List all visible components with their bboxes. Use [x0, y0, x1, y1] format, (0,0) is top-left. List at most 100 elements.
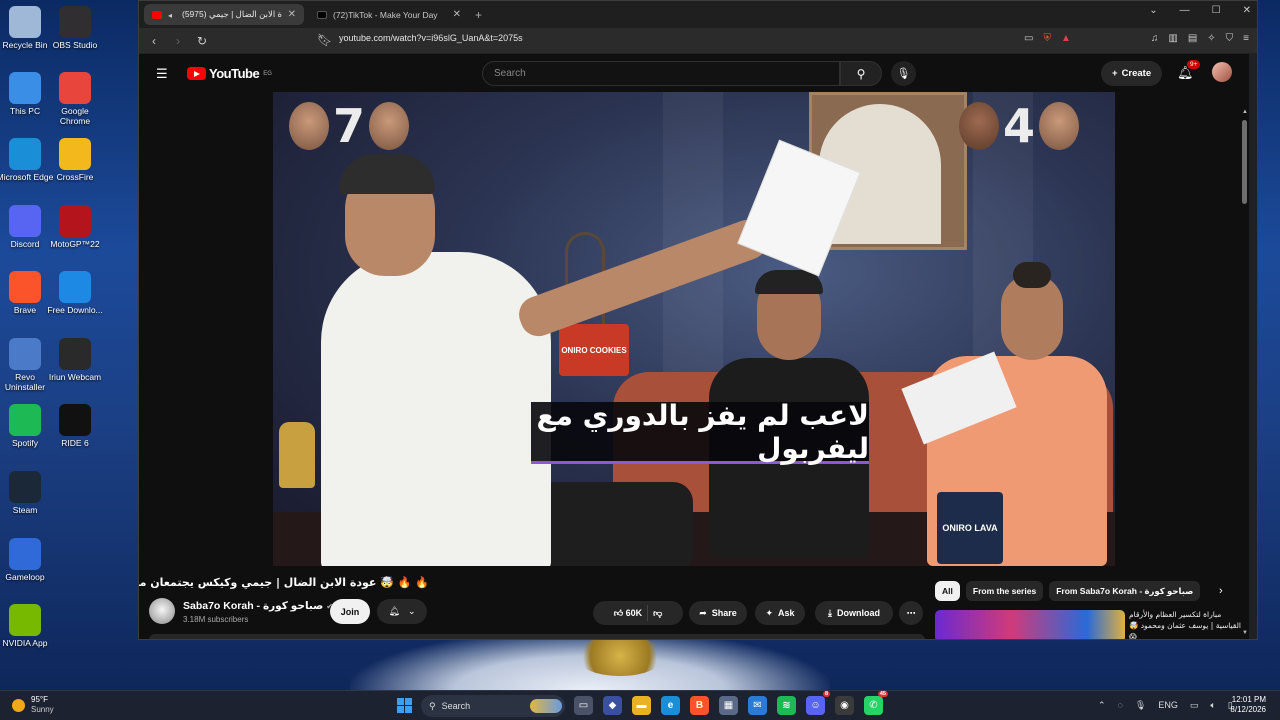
copilot-icon[interactable]: ◆ — [603, 696, 622, 715]
maximize-button[interactable]: ☐ — [1212, 5, 1221, 16]
cast-icon[interactable]: ▭ — [1024, 33, 1033, 44]
microphone-icon[interactable]: 🎙︎ — [1135, 700, 1146, 711]
ask-button[interactable]: ✦ Ask — [755, 601, 805, 625]
mail-icon[interactable]: ✉ — [748, 696, 767, 715]
youtube-wordmark: YouTube — [209, 66, 260, 81]
music-icon[interactable]: ♫ — [1151, 33, 1159, 44]
chip-all[interactable]: All — [935, 581, 960, 601]
chip-from-channel[interactable]: From Saba7o Korah - صباحو كورة — [1049, 581, 1201, 601]
back-icon[interactable]: ‹ — [147, 34, 161, 48]
discord-icon[interactable]: ☺ 8 — [806, 691, 830, 715]
close-tab-icon[interactable]: ✕ — [453, 9, 461, 20]
tab-youtube[interactable]: ◂ (5975) عودة الابن الضال | جيمي... ✕ — [144, 4, 304, 25]
url-field[interactable]: youtube.com/watch?v=i96slG_UanA&t=2075s — [339, 33, 523, 43]
tab-search-icon[interactable]: ⌄ — [1149, 5, 1157, 16]
vpn-icon[interactable]: ⛉ — [1226, 33, 1234, 44]
forward-icon[interactable]: › — [171, 34, 185, 48]
brave-icon[interactable]: B — [690, 696, 709, 715]
taskbar-search-label: Search — [441, 701, 471, 711]
edge-icon[interactable]: e — [661, 696, 680, 715]
scrollbar-thumb[interactable] — [1242, 120, 1247, 204]
host-body — [321, 252, 551, 566]
recommended-thumbnail[interactable] — [935, 610, 1125, 639]
chevron-right-icon[interactable]: › — [1219, 585, 1223, 597]
desktop-icon-nvidia[interactable]: NVIDIA App — [0, 604, 54, 648]
desktop-icon-webcam[interactable]: Iriun Webcam — [46, 338, 104, 382]
desktop-icon-obs[interactable]: OBS Studio — [46, 6, 104, 50]
description-box[interactable] — [149, 634, 925, 639]
dislike-button[interactable]: 👎︎ — [653, 608, 662, 619]
recommended-title[interactable]: مباراة لتكسير العظام والأرقام القياسية |… — [1129, 609, 1241, 639]
video-player[interactable]: ONIRO COOKIES ONIRO LAVA 7 4 لاعب لم يفز… — [273, 92, 1115, 566]
minimize-button[interactable]: — — [1180, 5, 1190, 16]
weather-widget[interactable]: 95°F Sunny — [12, 695, 54, 715]
tab-tiktok[interactable]: (72)TikTok - Make Your Day ✕ — [309, 4, 469, 25]
file-explorer-icon[interactable]: ▬ — [632, 696, 651, 715]
search-button[interactable]: ⚲ — [840, 61, 882, 86]
share-label: Share — [711, 608, 737, 618]
search-input[interactable]: Search — [482, 61, 840, 86]
close-window-button[interactable]: ✕ — [1243, 5, 1251, 16]
motogp-icon — [59, 205, 91, 237]
obs-icon[interactable]: ◉ — [835, 696, 854, 715]
store-icon[interactable]: ▦ — [719, 696, 738, 715]
brave-rewards-icon[interactable]: ▲ — [1061, 33, 1071, 44]
tab-title: (5975) عودة الابن الضال | جيمي... — [182, 9, 282, 19]
video-caption: لاعب لم يفز بالدوري مع ليفربول — [531, 399, 869, 465]
menu-icon[interactable]: ≡ — [1243, 33, 1249, 44]
chevron-up-icon[interactable]: ⌃ — [1098, 700, 1106, 711]
team-face — [289, 102, 329, 150]
clock[interactable]: 12:01 PM 8/12/2026 — [1226, 695, 1266, 715]
desktop-icon-label: Iriun Webcam — [48, 372, 102, 382]
leo-icon[interactable]: ✧ — [1207, 33, 1215, 44]
more-actions-button[interactable]: ⋯ — [899, 601, 923, 625]
network-icon[interactable]: ◌ — [1118, 700, 1123, 711]
snack-box: ONIRO LAVA — [937, 492, 1003, 564]
wallet-icon[interactable]: ▤ — [1188, 33, 1197, 44]
bookmark-icon[interactable]: 🔖︎ — [317, 33, 332, 47]
start-button[interactable] — [397, 698, 412, 713]
display-icon[interactable]: ▭ — [1190, 700, 1199, 711]
desktop-icon-crossfire[interactable]: CrossFire — [46, 138, 104, 182]
desktop-icon-gameloop[interactable]: Gameloop — [0, 538, 54, 582]
speaker-icon[interactable]: ◂ — [168, 11, 176, 20]
channel-avatar[interactable] — [149, 598, 175, 624]
voice-search-button[interactable]: 🎙︎ — [891, 61, 916, 86]
download-button[interactable]: ⤓ Download — [815, 601, 893, 625]
like-button[interactable]: 👍︎ 60K — [614, 608, 642, 619]
new-tab-button[interactable]: + — [475, 8, 482, 22]
desktop-icon-ride6[interactable]: RIDE 6 — [46, 404, 104, 448]
obs-icon — [59, 6, 91, 38]
taskbar-search[interactable]: ⚲ Search — [421, 695, 565, 717]
language-indicator[interactable]: ENG — [1158, 700, 1178, 711]
share-button[interactable]: ➦ Share — [689, 601, 747, 625]
subscription-menu-button[interactable]: 🔔︎ ⌄ — [377, 599, 427, 624]
gameloop-icon — [9, 538, 41, 570]
youtube-logo[interactable]: YouTube EG — [187, 66, 272, 81]
ask-label: Ask — [778, 608, 795, 618]
close-tab-icon[interactable]: ✕ — [288, 9, 296, 20]
join-button[interactable]: Join — [330, 599, 370, 624]
scroll-down-arrow[interactable]: ▼ — [1242, 630, 1248, 636]
desktop-icon-label: RIDE 6 — [61, 438, 89, 448]
desktop-icon-download-manager[interactable]: Free Downlo... — [46, 271, 104, 315]
scroll-up-arrow[interactable]: ▲ — [1242, 109, 1248, 115]
account-avatar[interactable] — [1212, 62, 1232, 82]
task-view-icon[interactable]: ▭ — [574, 696, 593, 715]
chip-from-series[interactable]: From the series — [965, 581, 1044, 601]
spotify-icon[interactable]: ≋ — [777, 696, 796, 715]
reload-icon[interactable]: ↻ — [195, 34, 209, 48]
desktop-icon-label: CrossFire — [56, 172, 94, 182]
hamburger-menu-icon[interactable]: ☰ — [156, 66, 168, 82]
desktop-icon-chrome[interactable]: Google Chrome — [46, 72, 104, 126]
speaker-icon[interactable]: 🔈︎ — [1210, 700, 1215, 711]
snack-box: ONIRO COOKIES — [559, 324, 629, 376]
whatsapp-icon[interactable]: ✆ 45 — [864, 691, 888, 715]
brave-shield-icon[interactable]: ⛨ — [1043, 33, 1051, 44]
sidebar-icon[interactable]: ▥ — [1168, 33, 1177, 44]
desktop-icon-steam[interactable]: Steam — [0, 471, 54, 515]
desktop-icon-motogp[interactable]: MotoGP™22 — [46, 205, 104, 249]
channel-name[interactable]: Saba7o Korah - صباحو كورة ✔ — [183, 600, 333, 612]
create-button[interactable]: + Create — [1101, 61, 1163, 86]
brave-icon — [9, 271, 41, 303]
